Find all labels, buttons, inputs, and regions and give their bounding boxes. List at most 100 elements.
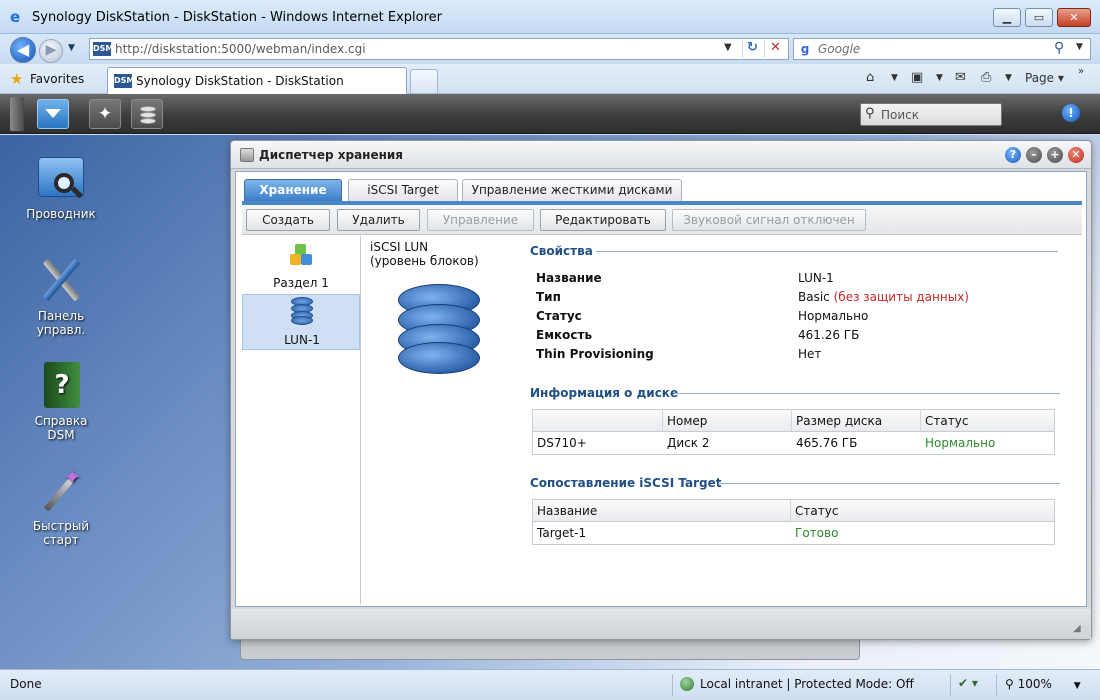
property-row: Thin Provisioning Нет [536, 347, 1056, 363]
security-zone[interactable]: Local intranet | Protected Mode: Off [680, 677, 914, 691]
search-placeholder[interactable]: Google [818, 42, 860, 56]
close-window-button[interactable]: ✕ [1057, 8, 1091, 27]
edit-button[interactable]: Редактировать [540, 209, 666, 231]
stop-icon[interactable]: ✕ [764, 40, 786, 58]
address-bar[interactable]: DSM http://diskstation:5000/webman/index… [89, 38, 789, 60]
home-dropdown-icon[interactable]: ▼ [891, 73, 898, 83]
recent-pages-dropdown-icon[interactable]: ▼ [68, 43, 75, 53]
create-button[interactable]: Создать [246, 209, 330, 231]
table-header: Название Статус [533, 500, 1054, 522]
delete-button[interactable]: Удалить [337, 209, 420, 231]
property-row: Тип Basic (без защиты данных) [536, 290, 1056, 306]
home-icon[interactable]: ⌂ [866, 70, 874, 85]
storage-manager-taskbar-icon[interactable] [131, 99, 163, 129]
tab-storage[interactable]: Хранение [244, 179, 342, 201]
print-dropdown-icon[interactable]: ▼ [1005, 73, 1012, 83]
browser-title-bar: e Synology DiskStation - DiskStation - W… [0, 0, 1100, 34]
section-divider [596, 251, 1058, 252]
protected-mode-icon[interactable]: ✔ ▾ [958, 676, 978, 690]
address-dropdown-icon[interactable]: ▼ [724, 42, 732, 53]
type-note: (без защиты данных) [833, 290, 969, 304]
action-toolbar: Создать Удалить Управление Редактировать… [242, 205, 1082, 235]
cell-target-status: Готово [795, 526, 839, 540]
window-title: Synology DiskStation - DiskStation - Win… [32, 10, 443, 25]
resize-grip-icon[interactable]: ◢ [1073, 623, 1081, 634]
forward-button[interactable]: ▶ [39, 39, 63, 63]
quick-start-wand-icon[interactable]: ✦ [89, 99, 121, 129]
window-title: Диспетчер хранения [259, 148, 403, 162]
tab-row: ★ Favorites DSM Synology DiskStation - D… [0, 64, 1100, 94]
section-title: Свойства [530, 244, 593, 258]
zoom-level: 100% [1017, 677, 1052, 691]
property-row: Статус Нормально [536, 309, 1056, 325]
list-item-lun-1[interactable]: LUN-1 [242, 294, 360, 350]
type-value: Basic [798, 290, 830, 304]
desktop-icon-control-panel[interactable]: Панель управл. [20, 255, 102, 337]
storage-manager-window: Диспетчер хранения ? – + ✕ Хранение iSCS… [230, 140, 1092, 640]
tab-hdd-management[interactable]: Управление жесткими дисками [462, 179, 682, 201]
column-divider [662, 410, 663, 431]
star-icon: ★ [10, 70, 24, 88]
property-value: Нет [798, 347, 822, 361]
desktop-icon-label: Быстрый старт [32, 519, 90, 547]
desktop-icon-quick-start[interactable]: ✦ Быстрый старт [20, 465, 102, 547]
intranet-globe-icon [680, 677, 694, 691]
feeds-icon[interactable]: ▣ [911, 70, 923, 85]
help-icon[interactable]: ? [1005, 147, 1021, 163]
table-header: Номер Размер диска Статус [533, 410, 1054, 432]
status-divider [950, 674, 951, 696]
feeds-dropdown-icon[interactable]: ▼ [936, 73, 943, 83]
new-tab-button[interactable] [410, 69, 438, 93]
dsm-search-input[interactable]: ⚲ Поиск [860, 103, 1002, 126]
cell-disk-size: 465.76 ГБ [796, 436, 858, 450]
page-menu-label: Page [1025, 71, 1055, 85]
list-item-volume-1[interactable]: Раздел 1 [242, 238, 360, 294]
section-iscsi-mapping: Сопоставление iSCSI Target [530, 476, 1060, 490]
table-row[interactable]: DS710+ Диск 2 465.76 ГБ Нормально [533, 432, 1054, 453]
search-icon[interactable]: ⚲ [1054, 40, 1064, 56]
maximize-button[interactable]: ▭ [1025, 8, 1053, 27]
window-title-bar[interactable]: Диспетчер хранения ? – + ✕ [231, 141, 1091, 169]
large-database-icon [398, 284, 480, 374]
desktop-icon-dsm-help[interactable]: ? Справка DSM [20, 360, 102, 442]
url-text[interactable]: http://diskstation:5000/webman/index.cgi [115, 42, 366, 56]
property-value: Нормально [798, 309, 869, 323]
mail-icon[interactable]: ✉ [955, 70, 966, 85]
dsm-favicon-icon: DSM [93, 42, 113, 56]
minimize-button[interactable]: ▁ [993, 8, 1021, 27]
cell-status: Нормально [925, 436, 996, 450]
minimize-icon[interactable]: – [1026, 147, 1042, 163]
window-footer: ◢ [231, 609, 1091, 639]
lun-type-heading: iSCSI LUN (уровень блоков) [370, 240, 479, 268]
search-provider-dropdown-icon[interactable]: ▼ [1076, 42, 1083, 52]
cell-model: DS710+ [537, 436, 587, 450]
table-row[interactable]: Target-1 Готово [533, 522, 1054, 543]
close-icon[interactable]: ✕ [1068, 147, 1084, 163]
zoom-control[interactable]: ⚲ 100% ▼ [1005, 677, 1081, 691]
status-text: Done [10, 677, 42, 691]
cell-disk-number: Диск 2 [667, 436, 710, 450]
zoom-dropdown-icon: ▼ [1073, 681, 1081, 691]
property-key: Емкость [536, 328, 593, 342]
notification-icon[interactable]: ! [1062, 104, 1080, 122]
print-icon[interactable]: ⎙ [981, 70, 991, 85]
taskbar-grip [10, 97, 24, 131]
dsm-search-placeholder[interactable]: Поиск [881, 108, 919, 122]
tab-iscsi-target[interactable]: iSCSI Target [348, 179, 458, 201]
maximize-icon[interactable]: + [1047, 147, 1063, 163]
lun-details: iSCSI LUN (уровень блоков) Свойства Назв… [362, 236, 1082, 604]
column-header: Статус [925, 414, 969, 428]
desktop-icon-file-browser[interactable]: Проводник [20, 153, 102, 221]
property-key: Thin Provisioning [536, 347, 654, 361]
web-search-box[interactable]: g Google ⚲ ▼ [793, 38, 1091, 60]
magic-wand-icon: ✦ [36, 465, 86, 515]
chevron-down-icon [45, 109, 61, 118]
back-button[interactable]: ◀ [10, 37, 36, 63]
refresh-icon[interactable]: ↻ [742, 40, 762, 58]
more-commands-icon[interactable]: » [1078, 66, 1084, 77]
favorites-label: Favorites [30, 72, 85, 86]
page-menu[interactable]: Page ▾ [1025, 71, 1064, 85]
lun-type-line1: iSCSI LUN [370, 240, 429, 254]
main-menu-button[interactable] [37, 99, 69, 129]
browser-tab-active[interactable]: DSM Synology DiskStation - DiskStation [107, 67, 407, 94]
